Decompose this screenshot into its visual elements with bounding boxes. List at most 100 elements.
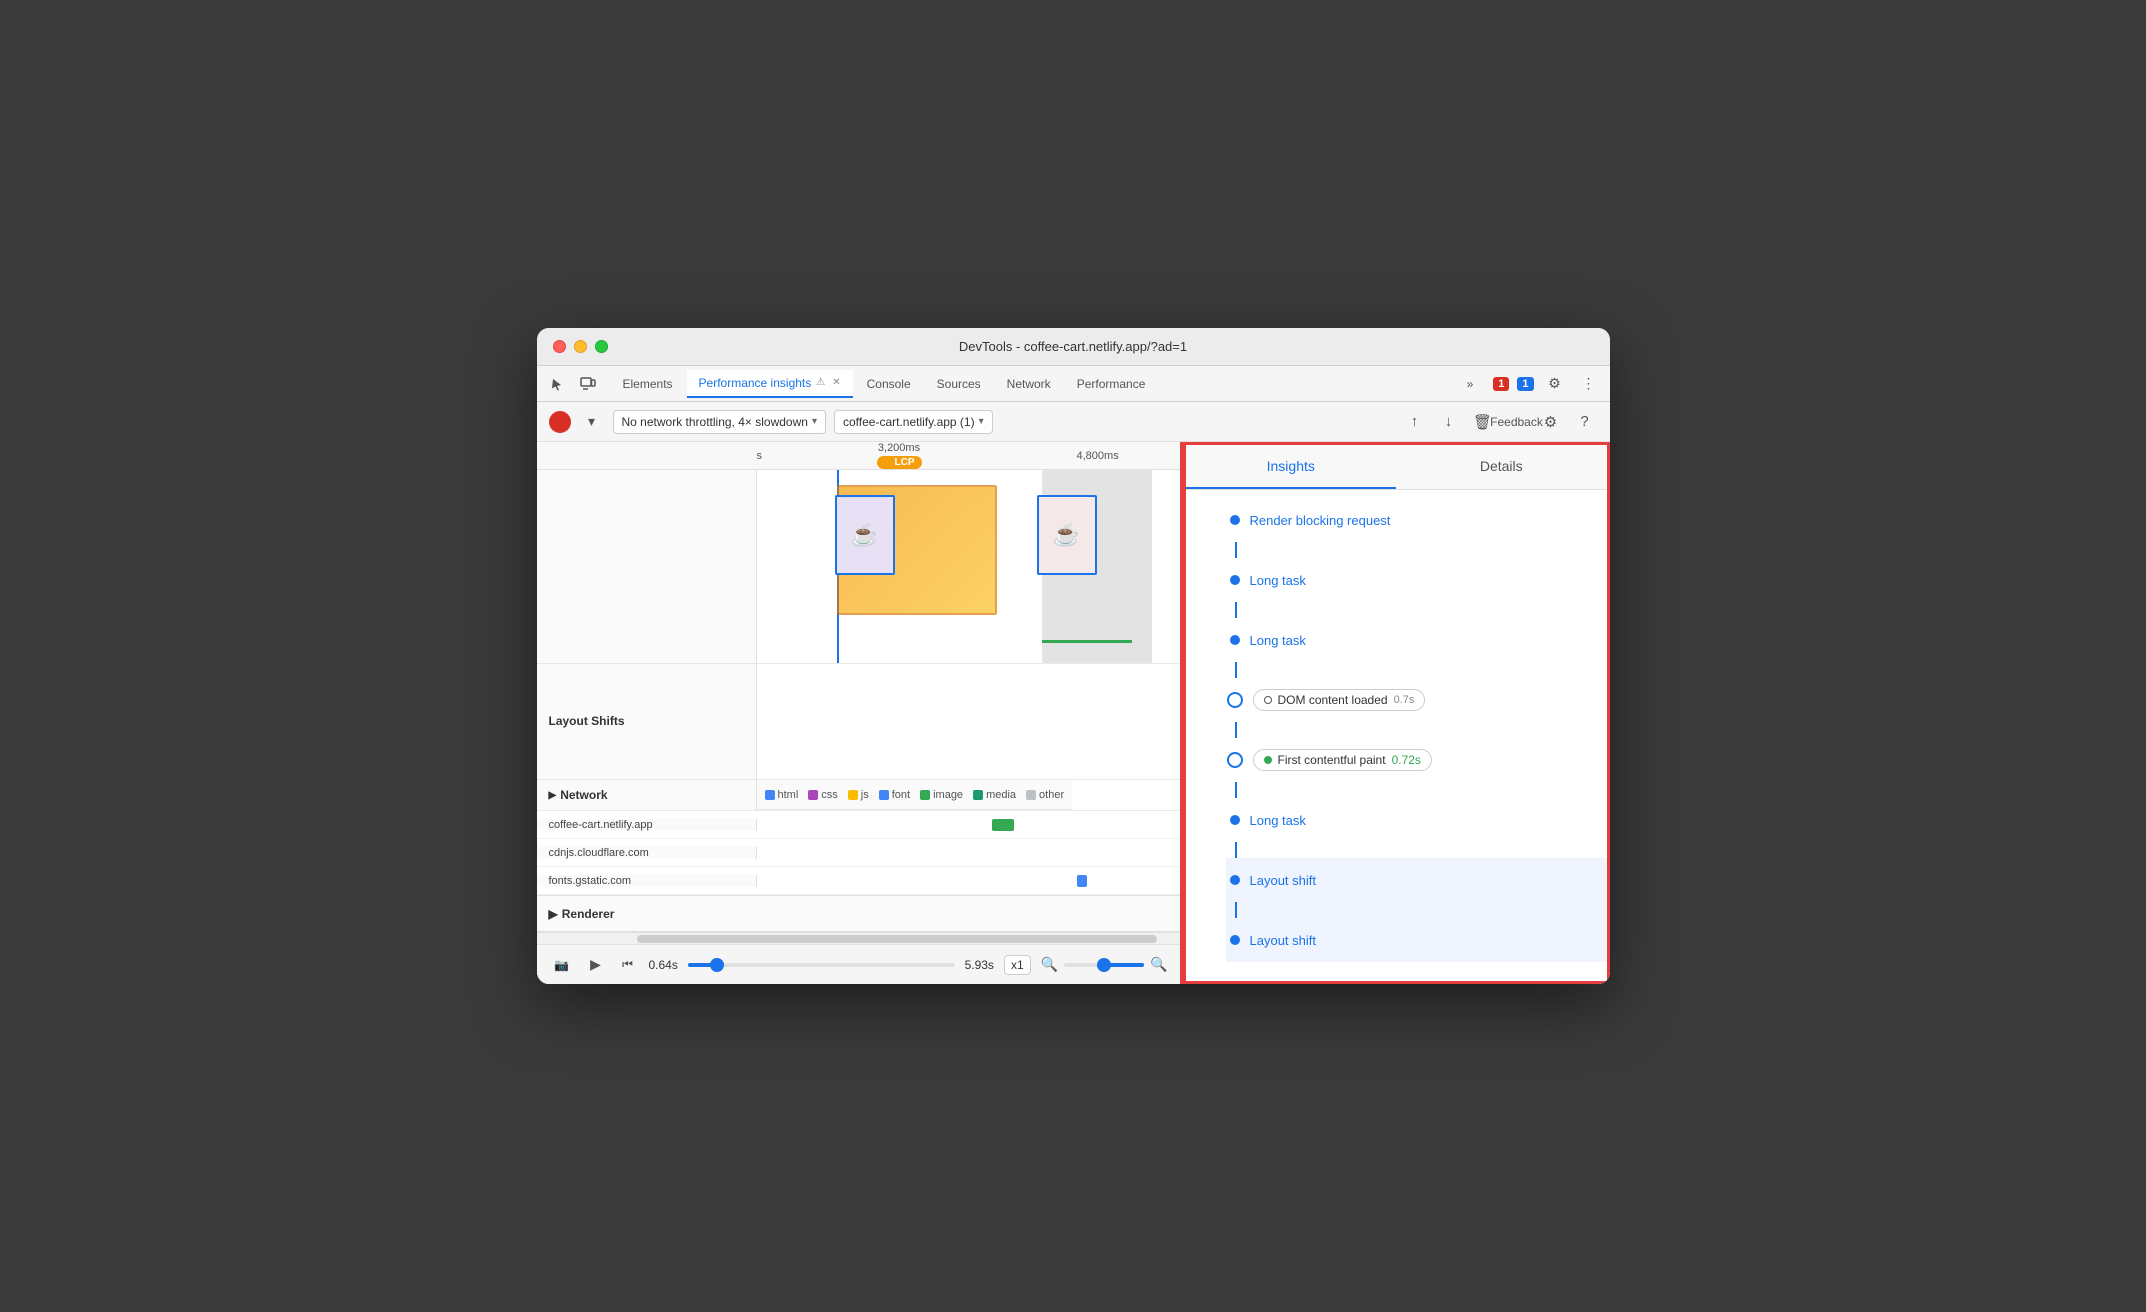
legend-html-dot: [765, 790, 775, 800]
insight-row-4[interactable]: First contentful paint 0.72s: [1226, 738, 1607, 782]
net-bar-2: [1077, 875, 1087, 887]
vline-5: [1226, 782, 1607, 798]
error-badge[interactable]: 1: [1493, 377, 1509, 391]
thumb-inner-1: ☕: [837, 497, 893, 573]
help-icon[interactable]: ?: [1572, 409, 1598, 435]
tab-elements[interactable]: Elements: [611, 370, 685, 398]
more-options-icon[interactable]: ⋮: [1576, 371, 1602, 397]
tab-bar-icons: [545, 371, 601, 397]
maximize-button[interactable]: [595, 340, 608, 353]
playback-slider[interactable]: [688, 963, 955, 967]
panel-tabs: Insights Details: [1186, 445, 1607, 490]
zoom-slider[interactable]: [1064, 963, 1144, 967]
tab-details[interactable]: Details: [1396, 445, 1607, 489]
time-ruler: s 3,200ms LCP 4,800ms: [537, 442, 1180, 470]
lcp-track: ☕ ☕: [537, 470, 1180, 664]
expand-network-icon[interactable]: ▶: [549, 790, 557, 801]
long-task-link-3[interactable]: Long task: [1250, 813, 1306, 828]
dropdown-arrow-icon[interactable]: ▾: [579, 409, 605, 435]
tab-performance[interactable]: Performance: [1065, 370, 1158, 398]
slider-thumb[interactable]: [710, 958, 724, 972]
download-icon[interactable]: ↓: [1436, 409, 1462, 435]
timeline-scrollbar[interactable]: [537, 932, 1180, 944]
device-icon[interactable]: [575, 371, 601, 397]
layout-shift-link-1[interactable]: Layout shift: [1250, 873, 1317, 888]
gear-icon[interactable]: ⚙: [1538, 409, 1564, 435]
legend-css: css: [808, 789, 838, 801]
chevron-down-icon-2: ▾: [979, 416, 984, 427]
tab-insights[interactable]: Insights: [1186, 445, 1397, 489]
fcp-timing: 0.72s: [1392, 753, 1421, 767]
insight-row-7[interactable]: Layout shift: [1226, 918, 1607, 962]
tab-close-icon[interactable]: ✕: [832, 377, 840, 388]
vline-segment-2: [1235, 602, 1237, 618]
tab-console[interactable]: Console: [855, 370, 923, 398]
insight-dot-0: [1230, 515, 1240, 525]
insight-row-0[interactable]: Render blocking request: [1226, 498, 1607, 542]
record-button[interactable]: [549, 411, 571, 433]
insight-row-6[interactable]: Layout shift: [1226, 858, 1607, 902]
speed-control[interactable]: x1: [1004, 955, 1031, 975]
legend-other-dot: [1026, 790, 1036, 800]
layout-shifts-row: Layout Shifts: [537, 664, 1180, 780]
render-blocking-link[interactable]: Render blocking request: [1250, 513, 1391, 528]
dom-content-badge: DOM content loaded 0.7s: [1253, 689, 1426, 711]
site-dropdown[interactable]: coffee-cart.netlify.app (1) ▾: [834, 410, 993, 434]
settings-icon[interactable]: ⚙: [1542, 371, 1568, 397]
network-row-2[interactable]: fonts.gstatic.com: [537, 867, 1180, 895]
legend-other: other: [1026, 789, 1064, 801]
scrollbar-thumb[interactable]: [637, 935, 1157, 943]
minimize-button[interactable]: [574, 340, 587, 353]
dom-circle: [1264, 696, 1272, 704]
thumbnail-1[interactable]: ☕: [835, 495, 895, 575]
lcp-dot: [884, 459, 892, 467]
play-button[interactable]: ▶: [585, 954, 607, 976]
insight-row-1[interactable]: Long task: [1226, 558, 1607, 602]
vline-segment-4: [1235, 722, 1237, 738]
toolbar-right: ↑ ↓ 🗑 Feedback ⚙ ?: [1402, 409, 1598, 435]
legend-media: media: [973, 789, 1016, 801]
insight-row-3[interactable]: DOM content loaded 0.7s: [1226, 678, 1607, 722]
vline-3: [1226, 662, 1607, 678]
skip-start-button[interactable]: ⏮: [617, 954, 639, 976]
close-button[interactable]: [553, 340, 566, 353]
network-row-content-1: [757, 839, 1180, 866]
network-legend: html css js font: [757, 780, 1073, 810]
network-row-label-2: fonts.gstatic.com: [537, 875, 757, 887]
insight-row-5[interactable]: Long task: [1226, 798, 1607, 842]
legend-js: js: [848, 789, 869, 801]
insights-content: Render blocking request Long task: [1226, 490, 1607, 981]
network-row-0[interactable]: coffee-cart.netlify.app: [537, 811, 1180, 839]
cursor-icon[interactable]: [545, 371, 571, 397]
more-tabs-button[interactable]: »: [1455, 370, 1486, 398]
upload-icon[interactable]: ↑: [1402, 409, 1428, 435]
insight-row-2[interactable]: Long task: [1226, 618, 1607, 662]
lcp-content: ☕ ☕: [757, 470, 1180, 663]
vline-segment-3: [1235, 662, 1237, 678]
tab-performance-insights[interactable]: Performance insights ⚠ ✕: [687, 370, 853, 398]
dom-content-label: DOM content loaded: [1278, 693, 1388, 707]
fcp-dot: [1264, 756, 1272, 764]
zoom-in-icon[interactable]: 🔍: [1150, 956, 1167, 973]
network-row-1[interactable]: cdnjs.cloudflare.com: [537, 839, 1180, 867]
warning-icon: ⚠: [816, 377, 825, 388]
layout-shift-link-2[interactable]: Layout shift: [1250, 933, 1317, 948]
long-task-link-2[interactable]: Long task: [1250, 633, 1306, 648]
lcp-label: [537, 470, 757, 663]
expand-renderer-icon[interactable]: ▶: [549, 907, 558, 921]
zoom-thumb[interactable]: [1097, 958, 1111, 972]
thumbnail-2[interactable]: ☕: [1037, 495, 1097, 575]
dom-timing: 0.7s: [1394, 694, 1415, 706]
legend-font-dot: [879, 790, 889, 800]
screen-icon[interactable]: 📷: [549, 952, 575, 978]
zoom-out-icon[interactable]: 🔍: [1041, 956, 1058, 973]
tab-network[interactable]: Network: [995, 370, 1063, 398]
throttle-dropdown[interactable]: No network throttling, 4× slowdown ▾: [613, 410, 826, 434]
vline-segment-6: [1235, 842, 1237, 858]
long-task-link-1[interactable]: Long task: [1250, 573, 1306, 588]
feedback-label[interactable]: Feedback: [1504, 409, 1530, 435]
tab-sources[interactable]: Sources: [925, 370, 993, 398]
legend-font: font: [879, 789, 910, 801]
comment-badge[interactable]: 1: [1517, 377, 1533, 391]
insight-dot-6: [1230, 875, 1240, 885]
